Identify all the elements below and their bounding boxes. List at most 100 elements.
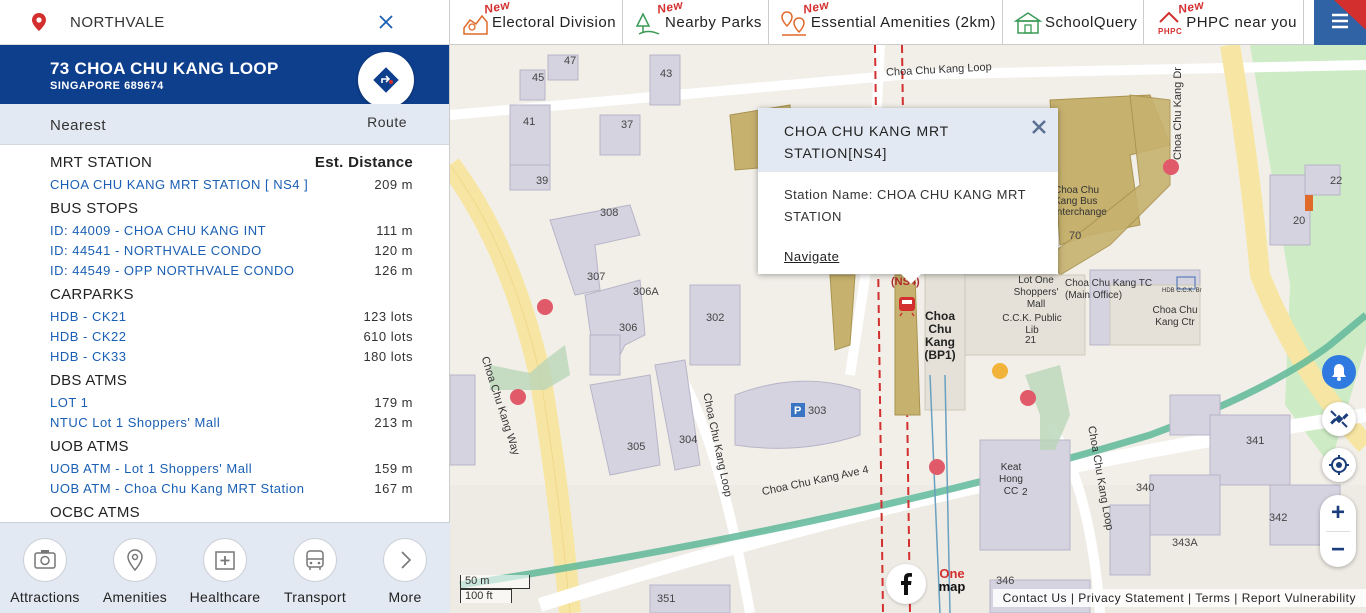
place-label: HDB C.C.K. Br bbox=[1162, 288, 1202, 294]
locate-button[interactable] bbox=[1322, 448, 1356, 482]
crosshair-icon bbox=[1329, 455, 1349, 475]
item-name-link[interactable]: HDB - CK21 bbox=[50, 307, 127, 327]
popup-body-line2: STATION bbox=[784, 209, 842, 224]
facebook-button[interactable] bbox=[886, 564, 926, 604]
tab-school-query[interactable]: SchoolQuery bbox=[1003, 0, 1145, 45]
tab-label: SchoolQuery bbox=[1044, 14, 1138, 31]
hamburger-menu-icon bbox=[1332, 0, 1366, 30]
route-label[interactable]: Route bbox=[367, 114, 407, 130]
route-icon bbox=[373, 67, 399, 93]
left-panel: 73 CHOA CHU KANG LOOP SINGAPORE 689674 N… bbox=[0, 0, 450, 613]
terms-link[interactable]: Terms bbox=[1195, 591, 1230, 605]
block-label: 343A bbox=[1172, 537, 1198, 549]
list-item[interactable]: NTUC Lot 1 Shoppers' Mall 213 m bbox=[50, 413, 413, 433]
route-button[interactable] bbox=[358, 52, 414, 108]
tab-electoral-division[interactable]: New Electoral Division bbox=[450, 0, 624, 45]
onemap-logo[interactable]: One map bbox=[930, 567, 974, 603]
item-name-link[interactable]: UOB ATM - Lot 1 Shoppers' Mall bbox=[50, 459, 252, 479]
popup-body-line1: Station Name: CHOA CHU KANG MRT bbox=[784, 187, 1027, 202]
section-heading: BUS STOPS bbox=[50, 200, 413, 221]
list-item[interactable]: HDB - CK33 180 lots bbox=[50, 347, 413, 367]
block-label: 39 bbox=[536, 175, 549, 187]
block-label: 303 bbox=[808, 405, 827, 417]
item-distance: 167 m bbox=[374, 481, 413, 496]
block-label: 342 bbox=[1269, 512, 1288, 524]
contact-link[interactable]: Contact Us bbox=[1003, 591, 1067, 605]
section-title: UOB ATMS bbox=[50, 438, 129, 455]
item-name-link[interactable]: ID: 44541 - NORTHVALE CONDO bbox=[50, 241, 262, 261]
item-name-link[interactable]: HDB - CK22 bbox=[50, 327, 127, 347]
privacy-link[interactable]: Privacy Statement bbox=[1078, 591, 1184, 605]
scale-metric: 50 m bbox=[460, 575, 530, 589]
item-name-link[interactable]: ID: 44549 - OPP NORTHVALE CONDO bbox=[50, 261, 295, 281]
tab-essential-amenities[interactable]: New Essential Amenities (2km) bbox=[769, 0, 1003, 45]
close-icon[interactable] bbox=[375, 11, 397, 33]
item-distance: 209 m bbox=[374, 177, 413, 192]
block-label: 351 bbox=[657, 593, 676, 605]
list-item[interactable]: HDB - CK22 610 lots bbox=[50, 327, 413, 347]
list-item[interactable]: LOT 1 179 m bbox=[50, 393, 413, 413]
block-label: 341 bbox=[1246, 435, 1265, 447]
block-label: 41 bbox=[523, 116, 536, 128]
list-item[interactable]: HDB - CK21 123 lots bbox=[50, 307, 413, 327]
list-item[interactable]: ID: 44541 - NORTHVALE CONDO 120 m bbox=[50, 241, 413, 261]
list-item[interactable]: UOB ATM - Choa Chu Kang MRT Station 167 m bbox=[50, 479, 413, 499]
section-heading: DBS ATMS bbox=[50, 372, 413, 393]
menu-button[interactable] bbox=[1314, 0, 1366, 45]
item-name-link[interactable]: ID: 44009 - CHOA CHU KANG INT bbox=[50, 221, 266, 241]
place-label: Choa Chu Kang Ctr bbox=[1152, 305, 1198, 328]
report-link[interactable]: Report Vulnerability bbox=[1242, 591, 1356, 605]
tab-label: PHPC near you bbox=[1186, 14, 1297, 31]
list-item[interactable]: ID: 44549 - OPP NORTHVALE CONDO 126 m bbox=[50, 261, 413, 281]
block-label: 346 bbox=[996, 575, 1015, 587]
bus-icon bbox=[306, 550, 324, 570]
section-title: BUS STOPS bbox=[50, 200, 139, 217]
block-label: 22 bbox=[1330, 175, 1343, 187]
item-name-link[interactable]: NTUC Lot 1 Shoppers' Mall bbox=[50, 413, 220, 433]
section-title: OCBC ATMS bbox=[50, 504, 140, 521]
layers-button[interactable] bbox=[1322, 402, 1356, 436]
section-heading: UOB ATMS bbox=[50, 438, 413, 459]
nearest-title: Nearest bbox=[50, 117, 107, 134]
list-item[interactable]: ID: 44009 - CHOA CHU KANG INT 111 m bbox=[50, 221, 413, 241]
tab-nearby-parks[interactable]: New Nearby Parks bbox=[623, 0, 769, 45]
map-canvas[interactable]: P Choa Chu Kang Loop Choa Chu Kang Dr Ch… bbox=[450, 45, 1366, 613]
item-name-link[interactable]: CHOA CHU KANG MRT STATION [ NS4 ] bbox=[50, 175, 308, 195]
list-item[interactable]: UOB ATM - Lot 1 Shoppers' Mall 159 m bbox=[50, 459, 413, 479]
scale-imperial: 100 ft bbox=[460, 589, 512, 603]
notification-button[interactable] bbox=[1322, 355, 1356, 389]
block-label: 302 bbox=[706, 312, 725, 324]
nav-healthcare[interactable]: Healthcare bbox=[180, 523, 270, 613]
zoom-out-button[interactable]: − bbox=[1320, 532, 1356, 568]
popup-title-line2: STATION[NS4] bbox=[784, 145, 888, 161]
satellite-icon bbox=[1330, 410, 1349, 428]
search-input[interactable] bbox=[70, 13, 360, 31]
onemap-logo-line2: map bbox=[938, 579, 966, 594]
navigate-link[interactable]: Navigate bbox=[784, 249, 839, 264]
nav-attractions[interactable]: Attractions bbox=[0, 523, 90, 613]
road-label: Choa Chu Kang Dr bbox=[1172, 67, 1184, 160]
close-icon[interactable] bbox=[1030, 118, 1048, 136]
station-popup: CHOA CHU KANG MRT STATION[NS4] Station N… bbox=[758, 108, 1058, 284]
item-distance: 120 m bbox=[374, 243, 413, 258]
tab-phpc[interactable]: PHPC New PHPC near you bbox=[1144, 0, 1304, 45]
nav-transport[interactable]: Transport bbox=[270, 523, 360, 613]
list-item[interactable]: CHOA CHU KANG MRT STATION [ NS4 ] 209 m bbox=[50, 175, 413, 195]
item-name-link[interactable]: HDB - CK33 bbox=[50, 347, 127, 367]
item-distance: 123 lots bbox=[363, 309, 413, 324]
nav-more[interactable]: More bbox=[360, 523, 450, 613]
item-name-link[interactable]: UOB ATM - Choa Chu Kang MRT Station bbox=[50, 479, 305, 499]
chevron-right-icon bbox=[401, 551, 412, 569]
section-title: MRT STATION bbox=[50, 154, 153, 171]
item-name-link[interactable]: LOT 1 bbox=[50, 393, 88, 413]
block-label: 340 bbox=[1136, 482, 1155, 494]
section-heading: MRT STATION Est. Distance bbox=[50, 154, 413, 175]
zoom-in-button[interactable]: + bbox=[1320, 495, 1356, 531]
place-label: 2 bbox=[1022, 487, 1028, 498]
nearest-list: MRT STATION Est. Distance CHOA CHU KANG MR… bbox=[0, 145, 449, 522]
hospital-icon bbox=[215, 551, 235, 570]
train-icon bbox=[899, 297, 915, 317]
tab-label: Essential Amenities (2km) bbox=[810, 14, 996, 31]
nav-amenities[interactable]: Amenities bbox=[90, 523, 180, 613]
station-name-label: Choa Chu Kang (BP1) bbox=[924, 309, 956, 362]
